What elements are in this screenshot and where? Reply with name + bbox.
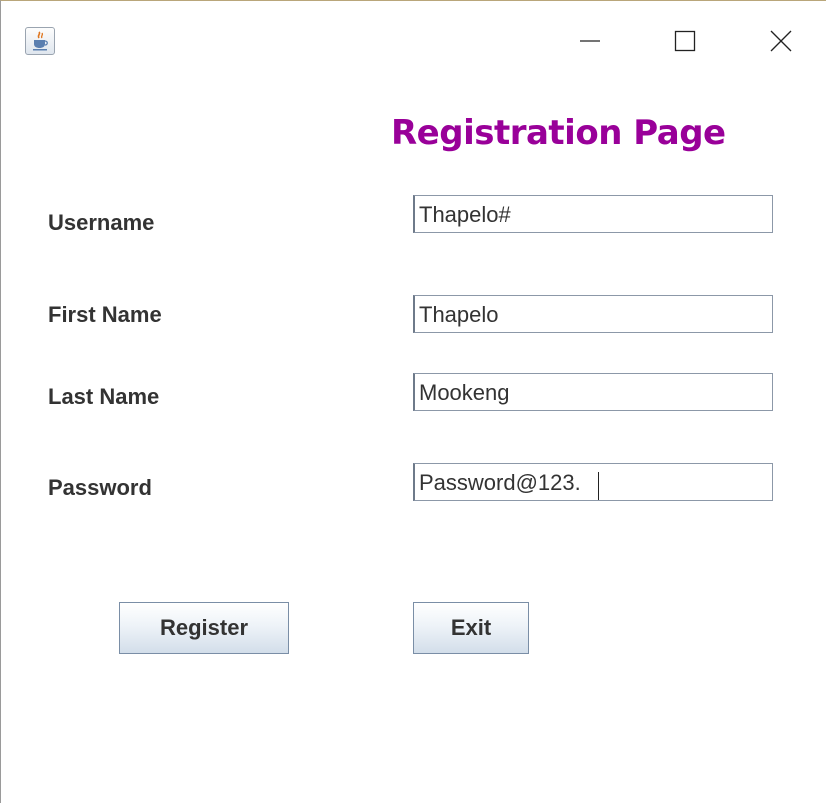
page-title: Registration Page — [391, 113, 726, 153]
exit-button[interactable]: Exit — [413, 602, 529, 654]
close-button[interactable] — [758, 23, 804, 59]
first-name-label: First Name — [48, 302, 162, 327]
username-label: Username — [48, 210, 155, 235]
text-caret — [598, 472, 599, 500]
registration-window: Registration Page Username First Name La… — [0, 0, 826, 803]
java-cup-icon[interactable] — [25, 27, 55, 55]
maximize-icon — [674, 30, 696, 52]
minimize-icon — [580, 40, 600, 42]
maximize-button[interactable] — [662, 23, 708, 59]
password-field[interactable] — [413, 463, 773, 501]
minimize-button[interactable] — [567, 23, 613, 59]
title-bar[interactable] — [1, 1, 826, 71]
last-name-label: Last Name — [48, 384, 160, 409]
password-label: Password — [48, 475, 152, 500]
username-field[interactable] — [413, 195, 773, 233]
register-button[interactable]: Register — [119, 602, 289, 654]
last-name-field[interactable] — [413, 373, 773, 411]
first-name-field[interactable] — [413, 295, 773, 333]
close-icon — [770, 30, 792, 52]
